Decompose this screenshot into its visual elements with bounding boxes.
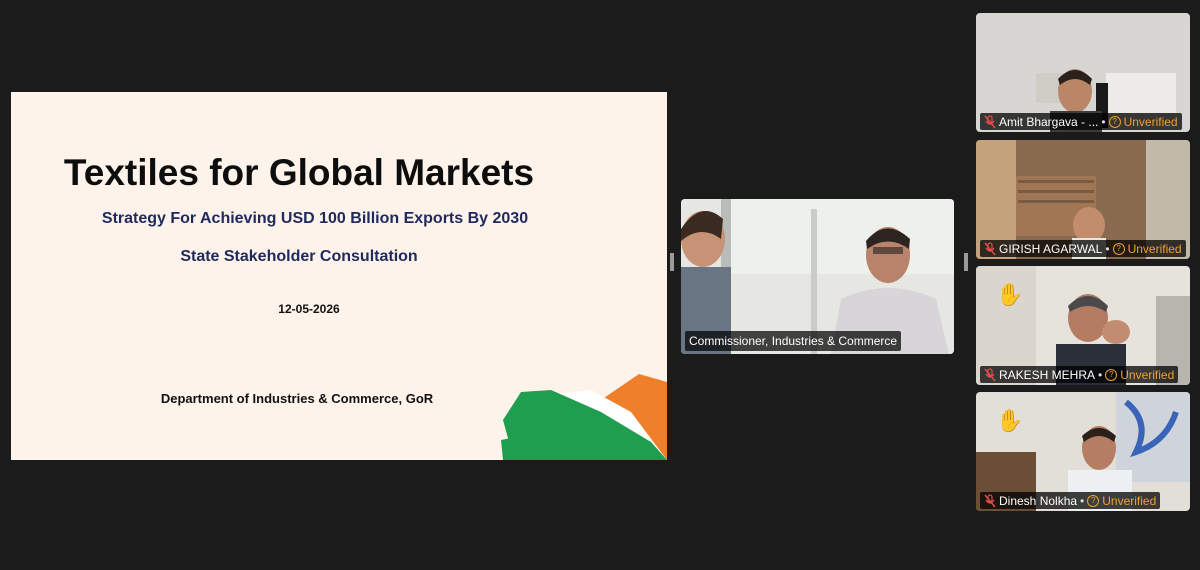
muted-mic-icon [984, 241, 996, 255]
unverified-icon: ? [1108, 115, 1121, 128]
separator-dot: • [1080, 493, 1085, 508]
slide-subtitle: Strategy For Achieving USD 100 Billion E… [101, 210, 529, 227]
participant-name: RAKESH MEHRA [999, 367, 1096, 382]
unverified-icon: ? [1087, 494, 1100, 507]
gallery-tile[interactable]: GIRISH AGARWAL • ? Unverified [976, 140, 1190, 259]
unverified-icon: ? [1112, 242, 1125, 255]
gallery-tile[interactable]: Amit Bhargava - ... • ? Unverified [976, 13, 1190, 132]
raised-hand-icon: ✋ [996, 282, 1024, 307]
participant-label: RAKESH MEHRA • ? Unverified [980, 366, 1179, 383]
unverified-icon: ? [1105, 368, 1118, 381]
separator-dot: • [1101, 114, 1106, 129]
splitter-handle-right[interactable] [964, 253, 968, 271]
participant-label: Dinesh Nolkha • ? Unverified [980, 492, 1161, 509]
raised-hand-icon: ✋ [996, 408, 1024, 433]
slide-subtitle-2: State Stakeholder Consultation [180, 248, 418, 265]
verification-status: Unverified [1127, 241, 1182, 256]
participant-name: GIRISH AGARWAL [999, 241, 1103, 256]
gallery-tile[interactable]: ✋ RAKESH MEHRA • ? Unverified [976, 266, 1190, 385]
verification-status: Unverified [1123, 114, 1178, 129]
meeting-window: { "slide": { "title": "Textiles for Glob… [0, 0, 1200, 570]
participant-name: Amit Bhargava - ... [999, 114, 1099, 129]
participant-label: GIRISH AGARWAL • ? Unverified [980, 240, 1186, 257]
slide-title: Textiles for Global Markets [63, 152, 535, 193]
separator-dot: • [1105, 241, 1110, 256]
verification-status: Unverified [1102, 493, 1157, 508]
tricolor-fan-graphic [501, 374, 667, 460]
main-participant-name: Commissioner, Industries & Commerce [685, 331, 902, 351]
muted-mic-icon [984, 114, 996, 128]
separator-dot: • [1098, 367, 1103, 382]
verification-status: Unverified [1120, 367, 1175, 382]
muted-mic-icon [984, 493, 996, 507]
splitter-handle-left[interactable] [670, 253, 674, 271]
main-video-tile[interactable]: Commissioner, Industries & Commerce [681, 199, 954, 354]
participant-name: Dinesh Nolkha [999, 493, 1078, 508]
participant-label: Amit Bhargava - ... • ? Unverified [980, 113, 1182, 130]
muted-mic-icon [984, 367, 996, 381]
gallery-tile[interactable]: ✋ Dinesh Nolkha • ? Unverified [976, 392, 1190, 511]
shared-screen-slide: Textiles for Global Markets Strategy For… [11, 92, 667, 460]
